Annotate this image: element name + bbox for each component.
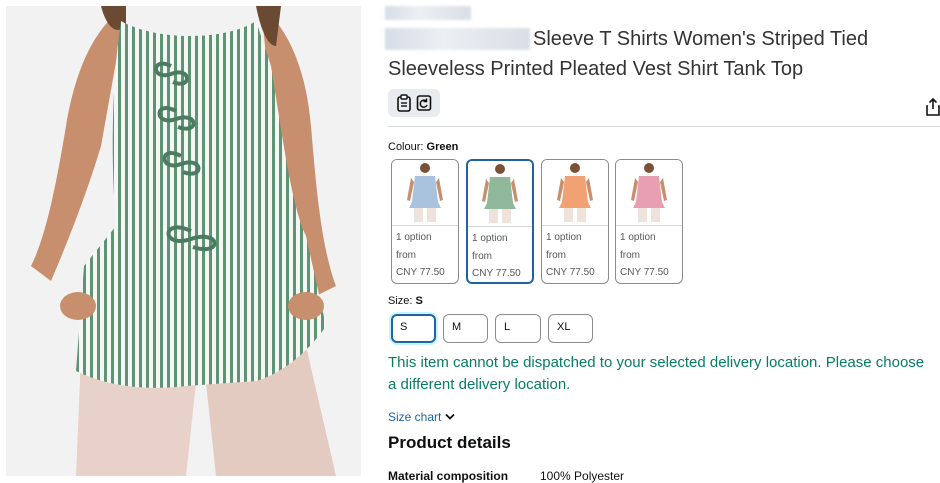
swatch-price: CNY 77.50 bbox=[620, 267, 669, 278]
swatch-price: CNY 77.50 bbox=[396, 267, 445, 278]
swatch-from-label: from bbox=[546, 249, 566, 261]
swatch-option-count: 1 option bbox=[546, 232, 582, 243]
swatch-thumbnail bbox=[542, 160, 608, 226]
colour-swatch[interactable]: 1 option from CNY 77.50 bbox=[391, 159, 459, 284]
swatch-price-info: 1 option from CNY 77.50 bbox=[392, 226, 458, 282]
colour-label-text: Colour: bbox=[388, 141, 427, 153]
size-label: Size: S bbox=[388, 295, 423, 307]
size-selected-value: S bbox=[415, 295, 423, 307]
swatch-thumbnail bbox=[392, 160, 458, 226]
clipboard-icon[interactable] bbox=[396, 94, 412, 112]
product-title-text: Sleeve T Shirts Women's Striped Tied Sle… bbox=[388, 28, 869, 80]
swatch-option-count: 1 option bbox=[620, 232, 656, 243]
swatch-price: CNY 77.50 bbox=[472, 268, 521, 279]
size-option-button[interactable]: M bbox=[443, 314, 488, 343]
swatch-thumbnail bbox=[616, 160, 682, 226]
swatch-image bbox=[478, 162, 522, 225]
swatch-option-count: 1 option bbox=[396, 232, 432, 243]
swatch-from-label: from bbox=[396, 249, 416, 261]
size-label-text: Size: bbox=[388, 295, 416, 307]
refresh-page-icon[interactable] bbox=[416, 94, 432, 112]
chevron-down-icon bbox=[445, 413, 455, 420]
colour-swatch[interactable]: 1 option from CNY 77.50 bbox=[541, 159, 609, 284]
action-icons bbox=[388, 89, 440, 117]
product-details-heading: Product details bbox=[388, 433, 511, 452]
detail-value: 100% Polyester bbox=[540, 469, 625, 483]
swatch-image bbox=[627, 161, 671, 224]
size-chart-link[interactable]: Size chart bbox=[388, 410, 455, 424]
main-product-image[interactable] bbox=[6, 6, 361, 476]
detail-key: Material composition bbox=[388, 469, 509, 483]
size-option-button[interactable]: L bbox=[495, 314, 541, 343]
size-chart-label[interactable]: Size chart bbox=[388, 410, 441, 424]
colour-label: Colour: Green bbox=[388, 141, 458, 153]
swatch-image bbox=[403, 161, 447, 224]
swatch-from-label: from bbox=[472, 250, 492, 262]
delivery-warning: This item cannot be dispatched to your s… bbox=[388, 354, 925, 393]
swatch-price: CNY 77.50 bbox=[546, 267, 595, 278]
colour-selected-value: Green bbox=[426, 141, 459, 153]
swatch-price-info: 1 option from CNY 77.50 bbox=[616, 226, 682, 282]
swatch-from-label: from bbox=[620, 249, 640, 261]
swatch-image bbox=[553, 161, 597, 224]
share-icon[interactable] bbox=[926, 98, 940, 116]
blurred-brand bbox=[385, 6, 471, 20]
section-divider bbox=[388, 126, 940, 127]
product-title: Sleeve T Shirts Women's Striped Tied Sle… bbox=[388, 24, 928, 84]
colour-swatch[interactable]: 1 option from CNY 77.50 bbox=[615, 159, 683, 284]
detail-row: Material composition 100% Polyester bbox=[388, 469, 624, 483]
swatch-option-count: 1 option bbox=[472, 233, 508, 244]
product-photo bbox=[6, 6, 361, 476]
swatch-price-info: 1 option from CNY 77.50 bbox=[468, 227, 532, 282]
size-option-button[interactable]: XL bbox=[548, 314, 593, 343]
swatch-price-info: 1 option from CNY 77.50 bbox=[542, 226, 608, 282]
size-option-button[interactable]: S bbox=[391, 314, 436, 343]
swatch-thumbnail bbox=[468, 161, 532, 227]
colour-swatch[interactable]: 1 option from CNY 77.50 bbox=[466, 159, 534, 284]
